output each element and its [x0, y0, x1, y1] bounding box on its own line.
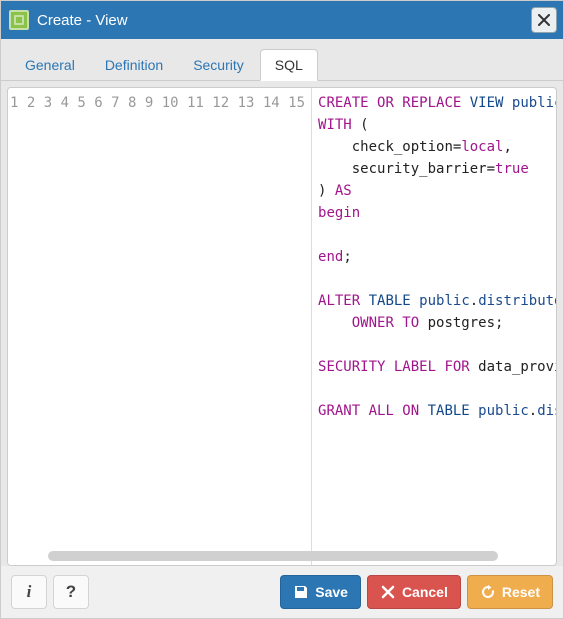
- cancel-button-label: Cancel: [402, 584, 448, 600]
- help-icon: ?: [66, 582, 76, 602]
- save-button[interactable]: Save: [280, 575, 361, 609]
- scrollbar-thumb[interactable]: [48, 551, 498, 561]
- reset-icon: [480, 584, 496, 600]
- dialog-title: Create - View: [37, 12, 531, 29]
- cancel-icon: [380, 584, 396, 600]
- info-button[interactable]: i: [11, 575, 47, 609]
- reset-button-label: Reset: [502, 584, 540, 600]
- close-button[interactable]: [531, 7, 557, 33]
- sql-editor[interactable]: 1 2 3 4 5 6 7 8 9 10 11 12 13 14 15 CREA…: [7, 87, 557, 566]
- tab-definition[interactable]: Definition: [91, 50, 177, 80]
- reset-button[interactable]: Reset: [467, 575, 553, 609]
- save-button-label: Save: [315, 584, 348, 600]
- horizontal-scrollbar[interactable]: [48, 551, 548, 561]
- line-gutter: 1 2 3 4 5 6 7 8 9 10 11 12 13 14 15: [8, 88, 312, 565]
- tab-security[interactable]: Security: [179, 50, 258, 80]
- help-button[interactable]: ?: [53, 575, 89, 609]
- tab-bar: General Definition Security SQL: [1, 39, 563, 81]
- editor-area: 1 2 3 4 5 6 7 8 9 10 11 12 13 14 15 CREA…: [1, 81, 563, 566]
- titlebar: Create - View: [1, 1, 563, 39]
- app-icon: [9, 10, 29, 30]
- tab-general[interactable]: General: [11, 50, 89, 80]
- save-icon: [293, 584, 309, 600]
- tab-sql[interactable]: SQL: [260, 49, 318, 81]
- dialog: Create - View General Definition Securit…: [0, 0, 564, 619]
- cancel-button[interactable]: Cancel: [367, 575, 461, 609]
- footer: i ? Save Cancel Reset: [1, 566, 563, 618]
- close-icon: [538, 14, 550, 26]
- info-icon: i: [27, 582, 32, 602]
- code-content[interactable]: CREATE OR REPLACE VIEW public.distributo…: [312, 88, 556, 565]
